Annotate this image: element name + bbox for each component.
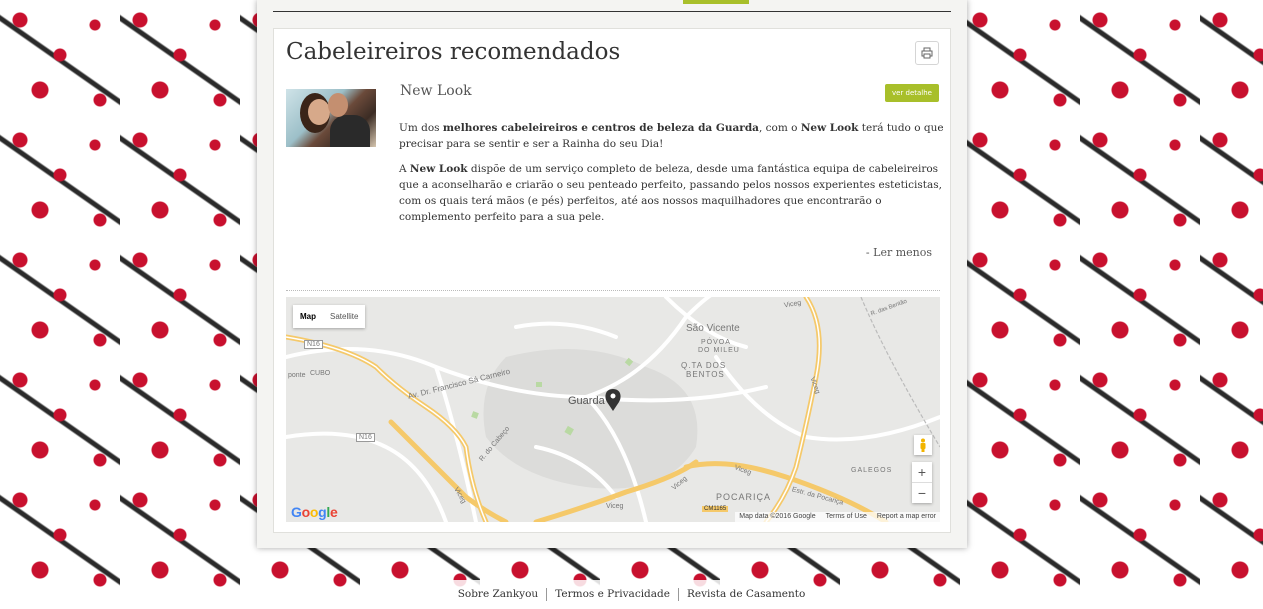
- map-report-link[interactable]: Report a map error: [877, 512, 936, 522]
- section-divider: [286, 290, 940, 291]
- street-view-pegman[interactable]: [914, 435, 932, 455]
- map-label-bentos: BENTOS: [686, 370, 725, 379]
- map-type-toggle[interactable]: Map Satellite: [293, 305, 366, 328]
- map-label-ponte: ponte: [288, 372, 306, 379]
- salon-name[interactable]: New Look: [400, 83, 472, 99]
- map-label-cm: CM1165: [702, 506, 729, 512]
- map-data-credit: Map data ©2016 Google: [739, 513, 816, 520]
- map-label-n16-a: N16: [304, 340, 323, 349]
- map-label-guarda: Guarda: [568, 395, 605, 407]
- salon-description-1: Um dos melhores cabeleireiros e centros …: [399, 122, 944, 150]
- map-label-povoa: PÓVOA: [701, 339, 731, 346]
- map-label-viceg-5: Viceg: [606, 503, 624, 510]
- map-canvas: [286, 297, 940, 522]
- map-attribution: Map data ©2016 Google Terms of Use Repor…: [735, 512, 940, 522]
- top-divider: [273, 11, 951, 12]
- map-label-sao-vicente: São Vicente: [686, 323, 740, 334]
- google-logo: Google: [291, 504, 338, 520]
- read-less-link[interactable]: - Ler menos: [866, 246, 932, 259]
- map-terms-link[interactable]: Terms of Use: [826, 512, 867, 522]
- map-label-cubo: CUBO: [310, 370, 331, 377]
- map-label-pocarica: POCARIÇA: [716, 492, 772, 502]
- recommended-card: Cabeleireiros recomendados New Look ver …: [273, 28, 951, 533]
- content-panel: Cabeleireiros recomendados New Look ver …: [257, 0, 967, 548]
- map-type-satellite[interactable]: Satellite: [323, 305, 365, 328]
- map-label-n16-b: N16: [356, 433, 375, 442]
- footer-nav: Sobre Zankyou Termos e Privacidade Revis…: [0, 588, 1263, 601]
- map-label-qta: Q.TA DOS: [681, 361, 727, 370]
- salon-description-2: A New Look dispõe de um serviço completo…: [399, 163, 942, 223]
- card-title: Cabeleireiros recomendados: [286, 39, 621, 65]
- active-tab-indicator: [683, 0, 749, 4]
- map-type-map[interactable]: Map: [293, 305, 323, 328]
- zoom-control: + −: [912, 462, 932, 503]
- zoom-out-button[interactable]: −: [912, 483, 932, 503]
- footer-link-about[interactable]: Sobre Zankyou: [450, 588, 547, 601]
- salon-photo[interactable]: [286, 89, 376, 147]
- map-label-galegos: GALEGOS: [851, 467, 893, 474]
- footer-link-terms[interactable]: Termos e Privacidade: [547, 588, 678, 601]
- printer-icon: [921, 47, 933, 59]
- footer-link-magazine[interactable]: Revista de Casamento: [679, 588, 813, 601]
- pegman-icon: [920, 438, 926, 452]
- view-detail-button[interactable]: ver detalhe: [884, 84, 939, 102]
- map-label-mileu: DO MILEU: [698, 347, 740, 354]
- zoom-in-button[interactable]: +: [912, 462, 932, 482]
- location-map[interactable]: São Vicente PÓVOA DO MILEU Q.TA DOS BENT…: [286, 297, 940, 522]
- print-button[interactable]: [915, 41, 939, 65]
